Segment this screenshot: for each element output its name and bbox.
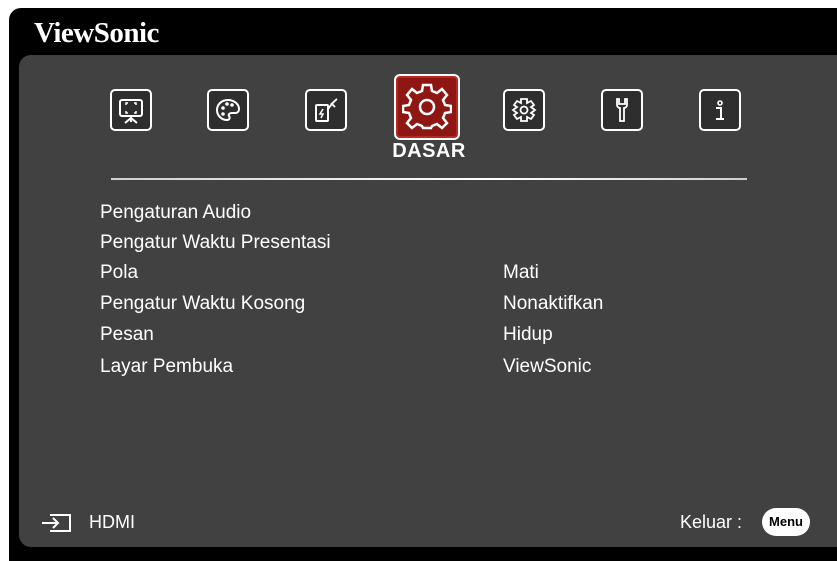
menu-item-value: Hidup [503,324,553,345]
exit-label: Keluar : [680,512,743,532]
active-tab-label: DASAR [392,140,466,162]
menu-item-value: Nonaktifkan [503,293,604,314]
menu-item-label: Pola [100,262,139,283]
menu-item-value: Mati [503,262,539,283]
menu-item-label: Pengatur Waktu Presentasi [100,232,331,253]
tab-advanced[interactable] [503,89,545,131]
menu-button[interactable]: Menu [762,508,810,536]
tab-power[interactable] [305,89,347,131]
wrench-icon [616,98,628,122]
gear-icon [402,83,452,130]
input-source-icon [42,514,71,532]
menu-item-presentation-timer[interactable]: Pengatur Waktu Presentasi [100,229,740,257]
tab-divider [111,178,747,180]
menu-item-audio-settings[interactable]: Pengaturan Audio [100,199,740,227]
brand-logo: ViewSonic [34,17,159,49]
tab-display[interactable] [110,89,152,131]
menu-item-label: Pengaturan Audio [100,202,252,223]
menu-item-splash-screen[interactable]: Layar Pembuka ViewSonic [100,353,740,381]
display-icon [119,99,143,124]
input-source-label: HDMI [89,512,135,532]
menu-item-label: Pengatur Waktu Kosong [100,293,306,314]
info-icon [716,100,724,120]
menu-item-blank-timer[interactable]: Pengatur Waktu Kosong Nonaktifkan [100,290,740,318]
power-icon [315,98,338,122]
palette-icon [215,98,241,122]
menu-item-pattern[interactable]: Pola Mati [100,259,740,287]
tab-color[interactable] [207,89,249,131]
menu-item-label: Pesan [100,324,154,345]
tab-information[interactable] [699,89,741,131]
menu-item-label: Layar Pembuka [100,356,234,377]
tab-management[interactable] [601,89,643,131]
menu-item-message[interactable]: Pesan Hidup [100,321,740,349]
menu-item-value: ViewSonic [503,356,592,377]
advanced-gear-icon [511,98,537,122]
tab-basic[interactable] [394,74,460,140]
